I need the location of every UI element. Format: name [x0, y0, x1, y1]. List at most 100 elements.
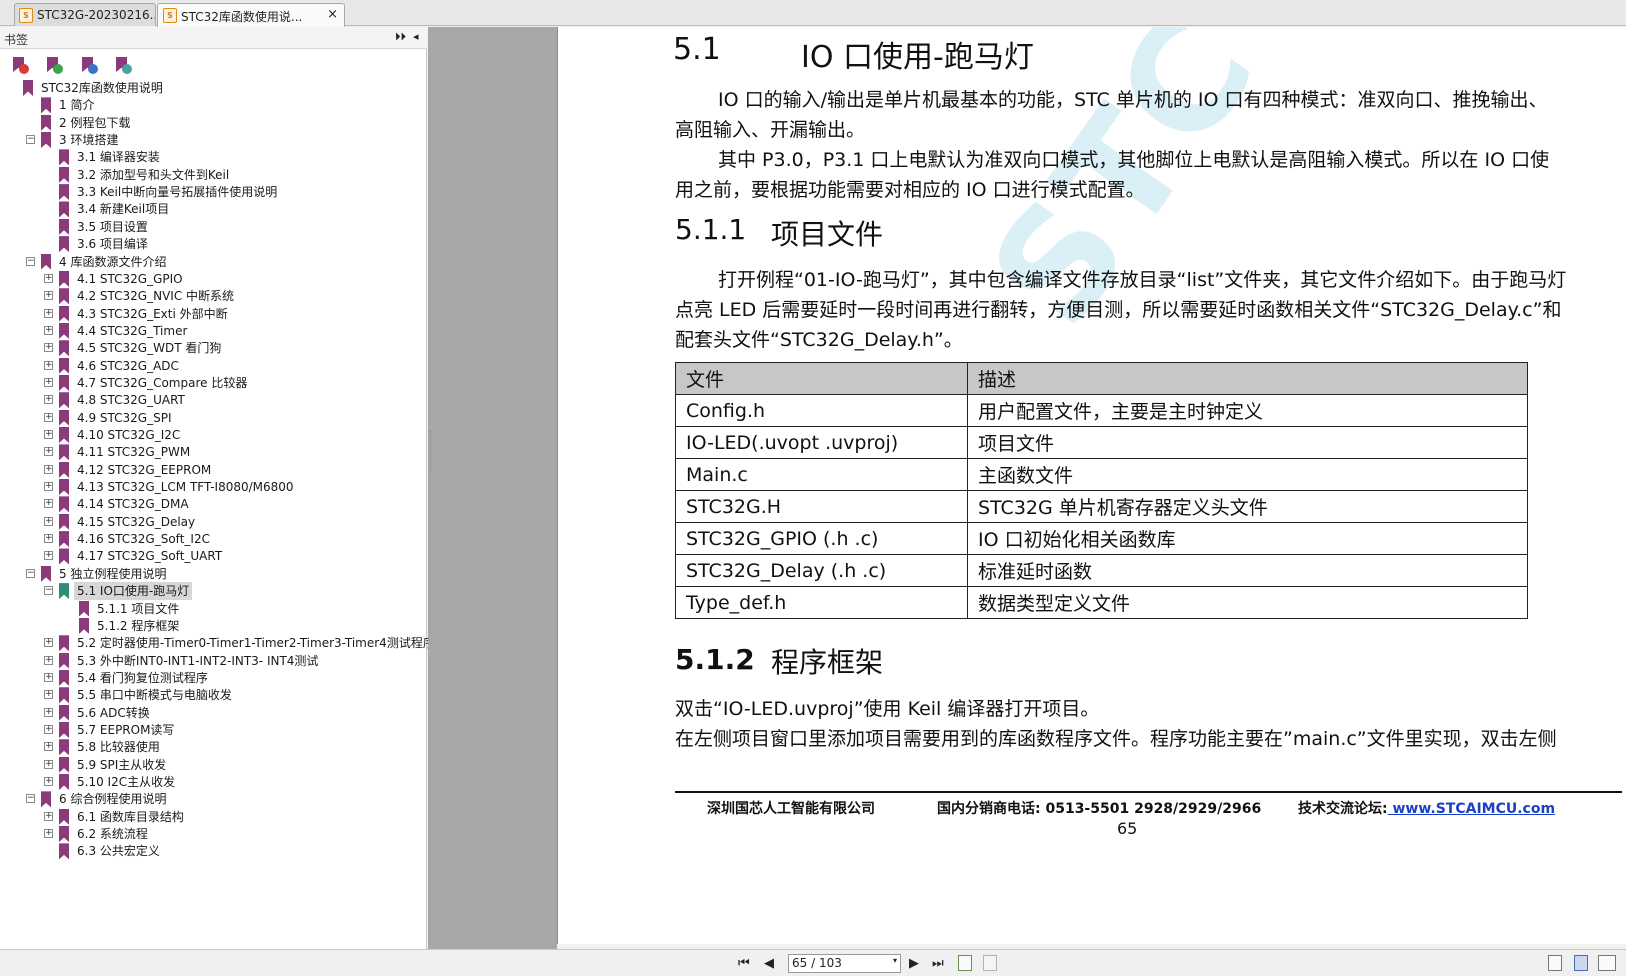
- bookmark-label: 4.3 STC32G_Exti 外部中断: [77, 306, 228, 321]
- expand-icon[interactable]: +: [44, 412, 53, 422]
- continuous-view-icon[interactable]: [1574, 955, 1588, 971]
- bookmark-label: 4.8 STC32G_UART: [77, 393, 185, 408]
- table-header-cell: 文件: [675, 362, 968, 395]
- close-tab-icon[interactable]: ×: [327, 7, 338, 22]
- bookmark-icon: [59, 270, 69, 287]
- tab-label: STC32G-20230216....: [37, 8, 156, 22]
- expand-icon[interactable]: +: [44, 742, 53, 752]
- first-page-button[interactable]: ⏮: [738, 956, 750, 971]
- bookmark-find-icon[interactable]: [113, 56, 132, 74]
- expand-icon[interactable]: +: [44, 811, 53, 821]
- heading-5-1-1-number: 5.1.1: [675, 213, 747, 246]
- expand-icon[interactable]: +: [44, 516, 53, 526]
- next-page-button[interactable]: ▶: [909, 956, 919, 971]
- single-page-view-icon[interactable]: [1548, 955, 1562, 971]
- collapse-panel-icon[interactable]: ◂: [413, 30, 419, 43]
- expand-icon[interactable]: +: [44, 343, 53, 353]
- collapse-icon[interactable]: −: [26, 135, 35, 145]
- add-bookmark-icon[interactable]: [44, 56, 63, 74]
- expand-icon[interactable]: +: [44, 707, 53, 717]
- expand-icon[interactable]: +: [44, 308, 53, 318]
- bookmark-label: 4.17 STC32G_Soft_UART: [77, 549, 223, 564]
- bookmark-icon: [59, 409, 69, 426]
- expand-icon[interactable]: +: [44, 447, 53, 457]
- chevron-down-icon[interactable]: ▾: [893, 956, 897, 965]
- bookmark-icon: [59, 652, 69, 669]
- panel-splitter[interactable]: [430, 430, 433, 470]
- tab-stc32g-datasheet[interactable]: S STC32G-20230216....: [14, 3, 156, 26]
- footer-company: 深圳国芯人工智能有限公司: [707, 801, 875, 817]
- bookmark-label: 5.6 ADC转换: [77, 705, 150, 720]
- bookmark-icon: [41, 97, 51, 114]
- bookmark-icon: [59, 340, 69, 357]
- bookmark-label: 5.10 I2C主从收发: [77, 775, 176, 789]
- paragraph-line: 双击“IO-LED.uvproj”使用 Keil 编译器打开项目。: [675, 698, 1100, 720]
- expand-icon[interactable]: +: [44, 777, 53, 786]
- bookmark-icon: [59, 669, 69, 686]
- table-cell: STC32G_GPIO (.h .c): [675, 522, 968, 555]
- bookmark-icon: [41, 565, 51, 582]
- expand-icon[interactable]: +: [44, 464, 53, 474]
- expand-icon[interactable]: +: [44, 273, 53, 283]
- expand-icon[interactable]: +: [44, 395, 53, 405]
- expand-icon[interactable]: +: [44, 551, 53, 561]
- expand-panel-icon[interactable]: ⏵⏵: [395, 30, 406, 44]
- bookmark-icon: [59, 583, 69, 600]
- bookmark-icon: [59, 843, 69, 860]
- bookmark-label: 6.2 系统流程: [77, 827, 148, 842]
- expand-icon[interactable]: +: [44, 325, 53, 335]
- pdf-file-icon: S: [19, 8, 33, 23]
- paragraph-line: 配套头文件“STC32G_Delay.h”。: [675, 329, 963, 351]
- expand-icon[interactable]: +: [44, 759, 53, 769]
- bookmark-icon: [59, 808, 69, 825]
- last-page-button[interactable]: ⏭: [932, 956, 944, 971]
- facing-pages-view-icon[interactable]: [1598, 955, 1616, 971]
- pdf-file-icon: S: [163, 8, 177, 23]
- expand-icon[interactable]: +: [44, 360, 53, 370]
- collapse-icon[interactable]: −: [44, 586, 53, 596]
- paragraph-line: 用之前，要根据功能需要对相应的 IO 口进行模式配置。: [675, 179, 1145, 201]
- bookmark-icon: [59, 427, 69, 443]
- expand-icon[interactable]: +: [44, 534, 53, 544]
- bookmark-icon: [59, 635, 69, 652]
- expand-icon[interactable]: +: [44, 829, 53, 839]
- table-header-row: 文件 描述: [675, 362, 1528, 395]
- expand-icon[interactable]: +: [44, 638, 53, 648]
- tab-stc32-library-manual[interactable]: S STC32库函数使用说... ×: [157, 3, 345, 27]
- expand-icon[interactable]: +: [44, 482, 53, 492]
- expand-icon[interactable]: +: [44, 377, 53, 387]
- expand-icon[interactable]: +: [44, 499, 53, 509]
- previous-page-button[interactable]: ◀: [764, 956, 774, 971]
- expand-icon[interactable]: +: [44, 724, 53, 734]
- bookmark-label: 5.1.1 项目文件: [97, 601, 180, 616]
- bookmark-icon: [41, 253, 51, 270]
- bookmarks-header: 书签 ⏵⏵ ◂: [0, 27, 427, 49]
- delete-bookmark-icon[interactable]: [10, 56, 29, 74]
- page-number-input[interactable]: 65 / 103 ▾: [788, 954, 901, 973]
- table-header-cell: 描述: [967, 362, 1528, 395]
- bookmark-label: 4.11 STC32G_PWM: [77, 445, 191, 460]
- table-row: STC32G_Delay (.h .c) 标准延时函数: [675, 554, 1528, 587]
- bookmark-go-icon[interactable]: [79, 56, 98, 74]
- expand-icon[interactable]: +: [44, 690, 53, 700]
- collapse-icon[interactable]: −: [26, 794, 35, 804]
- table-cell: Main.c: [675, 458, 968, 491]
- bookmark-icon: [59, 184, 69, 201]
- navigation-bar: ⏮ ◀ 65 / 103 ▾ ▶ ⏭: [0, 949, 1626, 976]
- paragraph-line: 其中 P3.0，P3.1 口上电默认为准双向口模式，其他脚位上电默认是高阻输入模…: [718, 149, 1550, 171]
- table-cell: Type_def.h: [675, 586, 968, 619]
- bookmark-icon: [59, 149, 69, 166]
- table-cell: 主函数文件: [967, 458, 1528, 491]
- collapse-icon[interactable]: −: [26, 568, 35, 578]
- previous-view-icon[interactable]: [958, 955, 972, 971]
- table-cell: 数据类型定义文件: [967, 586, 1528, 619]
- footer-forum-link[interactable]: www.STCAIMCU.com: [1388, 801, 1555, 817]
- expand-icon[interactable]: +: [44, 672, 53, 682]
- next-view-icon[interactable]: [983, 955, 997, 971]
- paragraph-line: IO 口的输入/输出是单片机最基本的功能，STC 单片机的 IO 口有四种模式：…: [718, 89, 1548, 111]
- expand-icon[interactable]: +: [44, 291, 53, 301]
- expand-icon[interactable]: +: [44, 655, 53, 665]
- collapse-icon[interactable]: −: [26, 256, 35, 266]
- expand-icon[interactable]: +: [44, 430, 53, 439]
- bookmark-label: 5.9 SPI主从收发: [77, 757, 167, 772]
